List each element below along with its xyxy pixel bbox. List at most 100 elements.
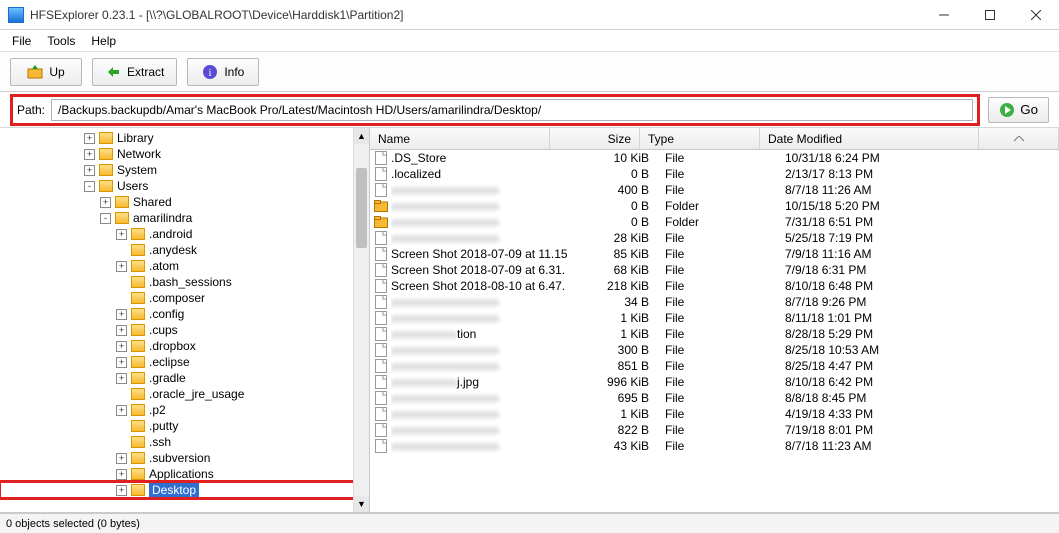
table-row[interactable]: xxxxxxxxxxxxxxxxxx43 KiBFile8/7/18 11:23… (370, 438, 1059, 454)
tree-node[interactable]: - Users (0, 178, 369, 194)
folder-tree[interactable]: ▲ ▼ +Library+Network+System - Users+Shared… (0, 128, 370, 512)
tree-node[interactable]: +Library (0, 130, 369, 146)
column-sort-indicator[interactable] (979, 128, 1059, 149)
table-row[interactable]: Screen Shot 2018-07-09 at 11.1585 KiBFil… (370, 246, 1059, 262)
collapse-icon[interactable]: - (100, 213, 111, 224)
scroll-thumb[interactable] (356, 168, 367, 248)
file-type: File (657, 247, 777, 261)
column-size[interactable]: Size (550, 128, 640, 149)
file-icon (374, 391, 388, 405)
tree-node[interactable]: +.subversion (0, 450, 369, 466)
app-icon (8, 7, 24, 23)
tree-node[interactable]: .oracle_jre_usage (0, 386, 369, 402)
table-row[interactable]: xxxxxxxxxxxxxxxxxx822 BFile7/19/18 8:01 … (370, 422, 1059, 438)
tree-node[interactable]: .composer (0, 290, 369, 306)
expand-icon[interactable]: + (84, 149, 95, 160)
collapse-icon[interactable]: - (84, 181, 95, 192)
tree-node[interactable]: +.cups (0, 322, 369, 338)
tree-node-label: .bash_sessions (149, 275, 232, 289)
expand-icon[interactable]: + (116, 357, 127, 368)
tree-node[interactable]: +Desktop (0, 482, 369, 498)
expand-icon[interactable]: + (116, 485, 127, 496)
tree-node-label: Users (117, 179, 148, 193)
tree-node[interactable]: -amarilindra (0, 210, 369, 226)
expand-icon[interactable]: + (84, 133, 95, 144)
column-name[interactable]: Name (370, 128, 550, 149)
expand-icon[interactable]: + (116, 325, 127, 336)
info-button[interactable]: i Info (187, 58, 259, 86)
folder-icon (131, 468, 145, 480)
file-rows[interactable]: .DS_Store10 KiBFile10/31/18 6:24 PM.loca… (370, 150, 1059, 512)
extract-button[interactable]: Extract (92, 58, 177, 86)
file-type: File (657, 279, 777, 293)
table-row[interactable]: xxxxxxxxxxxxxxxxxx0 BFolder7/31/18 6:51 … (370, 214, 1059, 230)
up-button[interactable]: Up (10, 58, 82, 86)
tree-node[interactable]: +.config (0, 306, 369, 322)
go-button[interactable]: Go (988, 97, 1049, 123)
tree-node-label: Applications (149, 467, 214, 481)
expand-icon[interactable]: + (116, 341, 127, 352)
table-row[interactable]: xxxxxxxxxxxxxxxxxx28 KiBFile5/25/18 7:19… (370, 230, 1059, 246)
tree-node[interactable]: .ssh (0, 434, 369, 450)
column-date[interactable]: Date Modified (760, 128, 979, 149)
table-row[interactable]: xxxxxxxxxxxxxxxxxx300 BFile8/25/18 10:53… (370, 342, 1059, 358)
folder-icon (131, 228, 145, 240)
tree-node[interactable]: +.gradle (0, 370, 369, 386)
table-row[interactable]: xxxxxxxxxxxxxxxxxx695 BFile8/8/18 8:45 P… (370, 390, 1059, 406)
tree-node[interactable]: +.dropbox (0, 338, 369, 354)
maximize-button[interactable] (967, 0, 1013, 30)
tree-node[interactable]: .anydesk (0, 242, 369, 258)
menu-file[interactable]: File (6, 32, 37, 50)
expand-icon[interactable]: + (116, 261, 127, 272)
table-row[interactable]: xxxxxxxxxxxj.jpg996 KiBFile8/10/18 6:42 … (370, 374, 1059, 390)
expand-icon[interactable]: + (116, 309, 127, 320)
tree-node[interactable]: +Network (0, 146, 369, 162)
no-expand (116, 245, 127, 256)
tree-node-label: .composer (149, 291, 205, 305)
menu-tools[interactable]: Tools (41, 32, 81, 50)
table-row[interactable]: xxxxxxxxxxxxxxxxxx0 BFolder10/15/18 5:20… (370, 198, 1059, 214)
folder-icon (99, 164, 113, 176)
expand-icon[interactable]: + (100, 197, 111, 208)
path-input[interactable] (51, 99, 973, 121)
table-row[interactable]: Screen Shot 2018-08-10 at 6.47.218 KiBFi… (370, 278, 1059, 294)
tree-node[interactable]: +Shared (0, 194, 369, 210)
tree-node[interactable]: +.eclipse (0, 354, 369, 370)
table-row[interactable]: .DS_Store10 KiBFile10/31/18 6:24 PM (370, 150, 1059, 166)
tree-node[interactable]: + Applications (0, 466, 369, 482)
scroll-down-icon[interactable]: ▼ (354, 496, 369, 512)
tree-node[interactable]: .bash_sessions (0, 274, 369, 290)
table-row[interactable]: xxxxxxxxxxxxxxxxxx1 KiBFile4/19/18 4:33 … (370, 406, 1059, 422)
expand-icon[interactable]: + (116, 373, 127, 384)
tree-node[interactable]: +System (0, 162, 369, 178)
table-row[interactable]: .localized0 BFile2/13/17 8:13 PM (370, 166, 1059, 182)
table-row[interactable]: xxxxxxxxxxxtion1 KiBFile8/28/18 5:29 PM (370, 326, 1059, 342)
tree-scrollbar[interactable]: ▲ ▼ (353, 128, 369, 512)
table-row[interactable]: Screen Shot 2018-07-09 at 6.31.68 KiBFil… (370, 262, 1059, 278)
close-button[interactable] (1013, 0, 1059, 30)
file-date: 7/9/18 6:31 PM (777, 263, 1059, 277)
file-size: 0 B (567, 215, 657, 229)
tree-node[interactable]: +.p2 (0, 402, 369, 418)
expand-icon[interactable]: + (116, 229, 127, 240)
file-icon (374, 151, 388, 165)
table-row[interactable]: xxxxxxxxxxxxxxxxxx400 BFile8/7/18 11:26 … (370, 182, 1059, 198)
file-size: 0 B (567, 167, 657, 181)
file-size: 0 B (567, 199, 657, 213)
file-icon (374, 327, 388, 341)
expand-icon[interactable]: + (116, 453, 127, 464)
tree-node[interactable]: +.android (0, 226, 369, 242)
expand-icon[interactable]: + (116, 469, 127, 480)
no-expand (116, 277, 127, 288)
menu-help[interactable]: Help (85, 32, 122, 50)
expand-icon[interactable]: + (116, 405, 127, 416)
expand-icon[interactable]: + (84, 165, 95, 176)
tree-node[interactable]: .putty (0, 418, 369, 434)
scroll-up-icon[interactable]: ▲ (354, 128, 369, 144)
table-row[interactable]: xxxxxxxxxxxxxxxxxx34 BFile8/7/18 9:26 PM (370, 294, 1059, 310)
table-row[interactable]: xxxxxxxxxxxxxxxxxx851 BFile8/25/18 4:47 … (370, 358, 1059, 374)
column-type[interactable]: Type (640, 128, 760, 149)
table-row[interactable]: xxxxxxxxxxxxxxxxxx1 KiBFile8/11/18 1:01 … (370, 310, 1059, 326)
tree-node[interactable]: +.atom (0, 258, 369, 274)
minimize-button[interactable] (921, 0, 967, 30)
